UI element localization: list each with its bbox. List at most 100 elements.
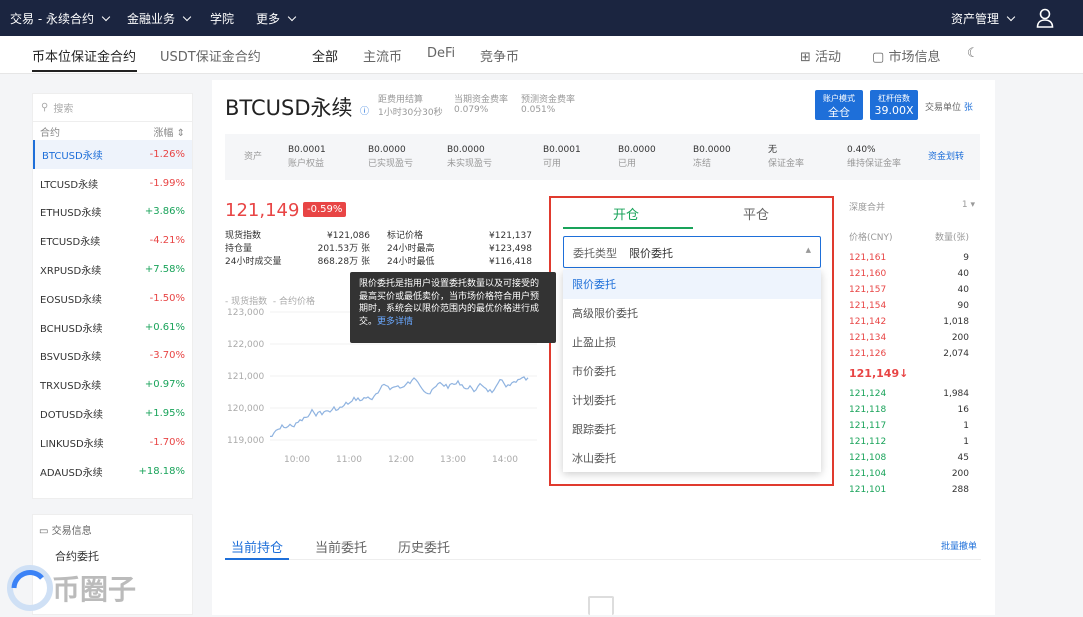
contract-name: ETCUSD永续 (40, 237, 101, 249)
contract-name: EOSUSD永续 (40, 294, 102, 306)
orderbook-row[interactable]: 121,118 16 (849, 402, 979, 418)
contract-list-item[interactable]: LINKUSD永续 -1.70% (33, 428, 192, 457)
orderbook-row[interactable]: 121,124 1,984 (849, 386, 979, 402)
activity-link[interactable]: ⊞ 活动 (800, 46, 841, 65)
leverage-button[interactable]: 杠杆倍数 39.00X (870, 90, 918, 120)
order-type-option[interactable]: 高级限价委托 (563, 299, 821, 328)
nav-finance[interactable]: 金融业务 (127, 0, 192, 36)
contract-list-item[interactable]: EOSUSD永续 -1.50% (33, 284, 192, 313)
tab-usdt-margined[interactable]: USDT保证金合约 (160, 46, 261, 65)
nav-asset-management[interactable]: 资产管理 (951, 0, 1016, 36)
stats-right: 标记价格 ¥121,137 24小时最高 ¥123,498 24小时最低 ¥116,418 (387, 230, 532, 269)
y-tick-label: 121,000 (227, 372, 264, 382)
order-panel: 开仓 平仓 委托类型 限价委托 ▲ 限价委托 高级限价委托 止盈止损 市价委托 计划委托… (549, 196, 834, 486)
orderbook-row[interactable]: 121,117 1 (849, 418, 979, 434)
order-type-option[interactable]: 冰山委托 (563, 444, 821, 473)
orderbook-row[interactable]: 121,101 288 (849, 482, 979, 498)
tab-current-positions[interactable]: 当前持仓 (231, 537, 283, 556)
stat-row: 现货指数 ¥121,086 (225, 230, 370, 243)
contract-name: BSVUSD永续 (40, 352, 102, 364)
tab-order-history[interactable]: 历史委托 (398, 537, 450, 556)
contract-list-item[interactable]: XRPUSD永续 +7.58% (33, 255, 192, 284)
batch-cancel-button[interactable]: 批量撤单 (941, 539, 977, 552)
tab-open-position[interactable]: 开仓 (613, 204, 639, 223)
orderbook-qty: 40 (957, 269, 969, 279)
bids-list: 121,124 1,984 121,118 16 121,117 1 121,112 1 121… (849, 386, 979, 498)
stat-row: 24小时最低 ¥116,418 (387, 256, 532, 269)
stat-label: 标记价格 (387, 231, 424, 241)
orderbook-price: 121,104 (849, 469, 887, 479)
transfer-link[interactable]: 资金划转 (928, 150, 964, 164)
sort-change[interactable]: 涨幅 ⇕ (153, 124, 185, 139)
asset-value: 0.40% (847, 145, 876, 155)
orderbook-price: 121,134 (849, 333, 887, 343)
bottom-tab-underline (225, 558, 289, 560)
stat-label: 24小时成交量 (225, 257, 282, 267)
contract-list-item[interactable]: BTCUSD永续 -1.26% (33, 140, 192, 169)
funding-countdown: 距费用结算 1小时30分30秒 (378, 95, 443, 118)
orderbook-row[interactable]: 121,142 1,018 (849, 314, 979, 330)
order-type-option[interactable]: 止盈止损 (563, 328, 821, 357)
chevron-down-icon (101, 12, 111, 21)
filter-competitive[interactable]: 竞争币 (480, 46, 519, 65)
contract-list-item[interactable]: BSVUSD永续 -3.70% (33, 342, 192, 371)
contract-list-item[interactable]: BCHUSD永续 +0.61% (33, 313, 192, 342)
contract-list-item[interactable]: DOTUSD永续 +1.95% (33, 399, 192, 428)
contract-list-item[interactable]: ADAUSD永续 +18.18% (33, 457, 192, 486)
tab-coin-margined[interactable]: 币本位保证金合约 (32, 46, 136, 65)
user-icon[interactable] (1036, 8, 1054, 28)
trade-unit[interactable]: 交易单位 张 (925, 100, 973, 113)
order-type-dropdown: 限价委托 高级限价委托 止盈止损 市价委托 计划委托 跟踪委托 冰山委托 (563, 270, 821, 472)
order-type-option[interactable]: 计划委托 (563, 386, 821, 415)
contract-change: -1.70% (149, 436, 185, 448)
tab-close-position[interactable]: 平仓 (743, 204, 769, 223)
orderbook-row[interactable]: 121,160 40 (849, 266, 979, 282)
nav-trade[interactable]: 交易 - 永续合约 (10, 0, 111, 36)
order-type-option[interactable]: 市价委托 (563, 357, 821, 386)
asset-item: B0.0000 已实现盈亏 (368, 143, 413, 171)
orderbook-row[interactable]: 121,154 90 (849, 298, 979, 314)
y-tick-label: 120,000 (227, 404, 264, 414)
contract-name: BCHUSD永续 (40, 323, 103, 335)
nav-more[interactable]: 更多 (256, 0, 297, 36)
depth-select[interactable]: 1 ▾ (962, 200, 975, 222)
theme-toggle-icon[interactable]: ☾ (967, 46, 979, 61)
contract-list-item[interactable]: ETCUSD永续 -4.21% (33, 226, 192, 255)
info-icon[interactable]: ⓘ (360, 104, 369, 117)
info-icon: ▭ (39, 526, 49, 537)
asset-value: 无 (768, 145, 778, 155)
orderbook-price: 121,117 (849, 421, 887, 431)
more-details-link[interactable]: 更多详情 (377, 317, 413, 327)
orderbook-row[interactable]: 121,134 200 (849, 330, 979, 346)
nav-academy[interactable]: 学院 (210, 0, 234, 36)
filter-defi[interactable]: DeFi (427, 46, 455, 61)
orderbook-row[interactable]: 121,126 2,074 (849, 346, 979, 362)
orderbook-header: 价格(CNY) 数量(张) (849, 232, 969, 243)
last-price: 121,149 (225, 200, 300, 221)
contract-change: -1.99% (149, 177, 185, 189)
search-box[interactable]: ⚲ 搜索 (33, 94, 192, 122)
filter-mainstream[interactable]: 主流币 (363, 46, 402, 65)
top-navbar: 交易 - 永续合约 金融业务 学院 更多 资产管理 (0, 0, 1083, 36)
stat-value: 868.28万 张 (317, 257, 370, 267)
contract-list-item[interactable]: ETHUSD永续 +3.86% (33, 198, 192, 227)
market-info-link[interactable]: ▢ 市场信息 (872, 46, 940, 65)
contract-name: ETHUSD永续 (40, 208, 102, 220)
asset-label: 已实现盈亏 (368, 159, 414, 169)
orderbook-qty: 1,018 (943, 317, 969, 327)
chevron-down-icon (1006, 12, 1016, 21)
order-type-option[interactable]: 限价委托 (563, 270, 821, 299)
contract-list-item[interactable]: TRXUSD永续 +0.97% (33, 370, 192, 399)
contract-list-item[interactable]: LTCUSD永续 -1.99% (33, 169, 192, 198)
account-mode-button[interactable]: 账户模式 全仓 (815, 90, 863, 120)
order-type-option[interactable]: 跟踪委托 (563, 415, 821, 444)
orderbook-row[interactable]: 121,104 200 (849, 466, 979, 482)
orderbook-row[interactable]: 121,161 9 (849, 250, 979, 266)
tab-current-orders[interactable]: 当前委托 (315, 537, 367, 556)
order-type-select[interactable]: 委托类型 限价委托 ▲ (563, 236, 821, 268)
orderbook-row[interactable]: 121,157 40 (849, 282, 979, 298)
orderbook-row[interactable]: 121,108 45 (849, 450, 979, 466)
filter-all[interactable]: 全部 (312, 46, 338, 65)
orderbook-row[interactable]: 121,112 1 (849, 434, 979, 450)
asset-item: B0.0000 冻结 (693, 143, 731, 171)
